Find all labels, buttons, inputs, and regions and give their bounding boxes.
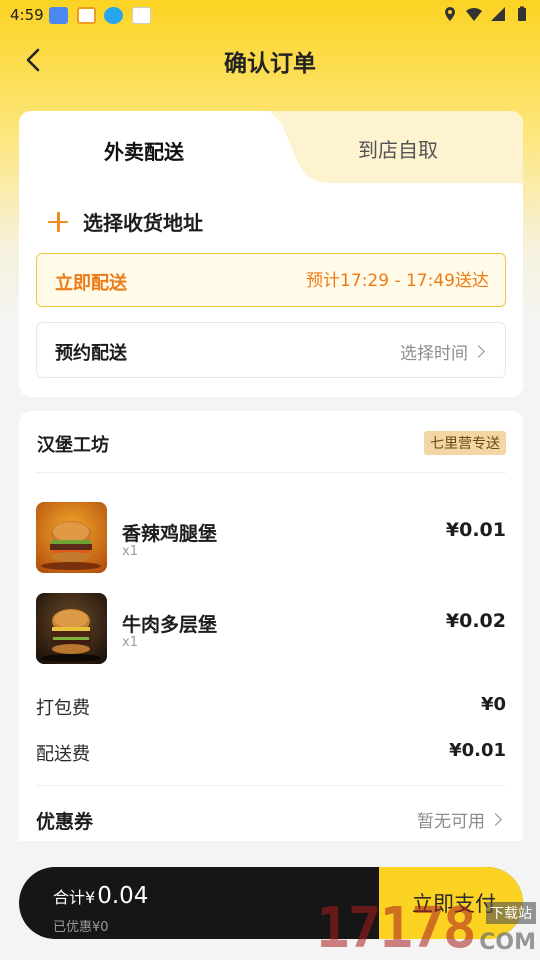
order-card: 汉堡工坊 七里营专送 香辣鸡腿堡 x1 ¥0.01 牛肉多层堡 x1 ¥0.02… (19, 411, 523, 841)
signal-icon (491, 7, 505, 21)
status-time: 4:59 (10, 6, 44, 24)
total-label: 合计¥ (53, 888, 96, 907)
item-image (36, 502, 107, 573)
delivery-schedule-option[interactable]: 预约配送 选择时间 (36, 322, 506, 378)
fee-label: 打包费 (36, 698, 90, 719)
coupon-value: 暂无可用 (417, 807, 502, 832)
order-item: 香辣鸡腿堡 x1 ¥0.01 (36, 502, 506, 574)
add-address-button[interactable]: 选择收货地址 (47, 207, 203, 236)
item-name: 牛肉多层堡 (122, 614, 218, 636)
total-value: 0.04 (97, 883, 149, 909)
packing-fee-row: 打包费 ¥0 (36, 694, 506, 720)
store-badge: 七里营专送 (424, 431, 506, 455)
delivery-schedule-label: 预约配送 (55, 343, 127, 364)
store-name: 汉堡工坊 (37, 435, 109, 456)
chevron-right-icon (489, 813, 502, 826)
coupon-status: 暂无可用 (417, 812, 485, 832)
notification-app-icon (132, 7, 151, 24)
item-price: ¥0.01 (445, 519, 506, 541)
item-quantity: x1 (122, 544, 138, 559)
estimated-delivery-time: 预计17:29 - 17:49送达 (306, 271, 489, 291)
fee-label: 配送费 (36, 744, 90, 765)
battery-icon (518, 6, 526, 21)
tab-delivery[interactable]: 外卖配送 (104, 136, 184, 165)
coupon-row[interactable]: 优惠券 暂无可用 (36, 805, 506, 835)
page-header: 确认订单 (0, 36, 540, 84)
download-icon (104, 7, 123, 24)
fee-value: ¥0 (480, 694, 506, 715)
fee-value: ¥0.01 (449, 740, 506, 761)
tab-pickup[interactable]: 到店自取 (358, 134, 438, 163)
plus-icon (47, 211, 69, 233)
select-time-label: 选择时间 (400, 344, 468, 364)
total-amount: 合计¥ 0.04 (53, 883, 148, 909)
order-item: 牛肉多层堡 x1 ¥0.02 (36, 593, 506, 665)
coupon-label: 优惠券 (36, 811, 94, 833)
delivery-fee-row: 配送费 ¥0.01 (36, 740, 506, 766)
wifi-icon (466, 7, 482, 21)
divider (36, 472, 506, 473)
item-image (36, 593, 107, 664)
notification-app-icon (49, 7, 68, 24)
checkout-bar: 合计¥ 0.04 已优惠¥0 立即支付 (19, 867, 523, 939)
location-icon (445, 7, 455, 21)
divider (36, 785, 506, 786)
select-time-button[interactable]: 选择时间 (400, 339, 485, 364)
delivery-now-option[interactable]: 立即配送 预计17:29 - 17:49送达 (36, 253, 506, 307)
add-address-label: 选择收货地址 (83, 211, 203, 235)
discount-label: 已优惠¥0 (53, 920, 109, 935)
item-name: 香辣鸡腿堡 (122, 523, 218, 545)
chevron-right-icon (472, 345, 485, 358)
page-title: 确认订单 (224, 51, 316, 77)
delivery-now-label: 立即配送 (55, 273, 127, 294)
item-price: ¥0.02 (445, 610, 506, 632)
item-quantity: x1 (122, 635, 138, 650)
status-bar: 4:59 (0, 0, 540, 32)
delivery-card: 外卖配送 到店自取 选择收货地址 立即配送 预计17:29 - 17:49送达 … (19, 111, 523, 397)
pay-now-button[interactable]: 立即支付 (379, 867, 523, 939)
notification-app-icon (77, 7, 96, 24)
